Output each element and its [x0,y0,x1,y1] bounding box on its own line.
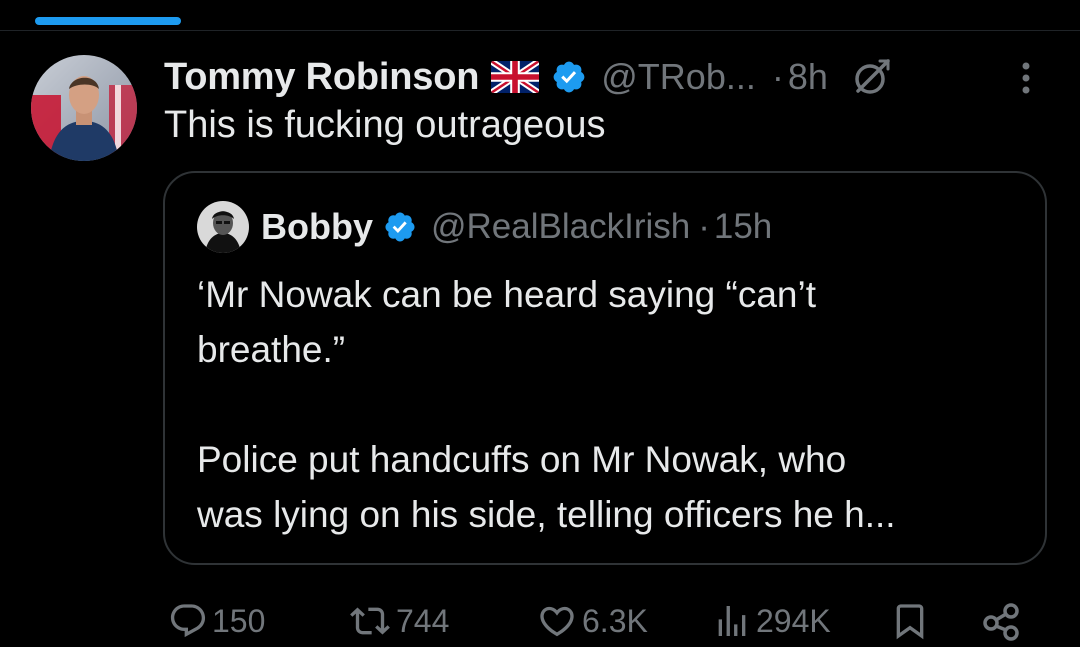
author-name[interactable]: Tommy Robinson [164,56,479,99]
quoted-author-avatar[interactable] [197,201,249,253]
share-icon [980,600,1022,642]
top-divider [0,30,1080,31]
view-count: 294K [756,602,831,639]
author-handle[interactable]: @TRob... [601,56,756,98]
tweet-text: This is fucking outrageous [164,104,606,146]
share-button[interactable] [980,595,1022,647]
repost-button[interactable]: 744 [348,595,449,647]
separator-dot: · [771,56,784,97]
like-button[interactable]: 6.3K [536,595,648,647]
views-button[interactable]: 294K [712,595,831,647]
reply-icon [168,601,208,641]
union-jack-flag-icon [491,61,540,93]
tweet-action-bar: 150 744 6.3K 294K [0,595,1080,647]
grok-icon[interactable] [850,55,894,99]
repost-count: 744 [396,602,450,639]
tweet-header: Tommy Robinson @TRob... · 8h [164,52,894,102]
quoted-tweet-card[interactable]: Bobby @RealBlackIrish · 15h ‘Mr Nowak ca… [163,171,1047,565]
loading-progress-bar [35,17,181,25]
reply-count: 150 [212,602,266,639]
like-count: 6.3K [582,602,648,639]
bookmark-icon [890,599,930,643]
quoted-author-handle[interactable]: @RealBlackIrish [431,207,690,247]
verified-badge-icon[interactable] [551,59,587,95]
tweet-time[interactable]: 8h [788,56,828,98]
quoted-tweet-header: Bobby @RealBlackIrish · 15h [197,199,772,255]
bookmark-button[interactable] [890,595,930,647]
more-options-icon[interactable] [1016,60,1036,96]
author-avatar[interactable] [31,55,137,161]
verified-badge-icon[interactable] [383,210,417,244]
analytics-icon [712,601,752,641]
reply-button[interactable]: 150 [168,595,265,647]
heart-icon [536,601,578,641]
quoted-paragraph: Police put handcuffs on Mr Nowak, who wa… [197,439,896,535]
quoted-author-name[interactable]: Bobby [261,206,373,248]
quoted-tweet-time[interactable]: 15h [714,207,772,247]
separator-dot: · [698,207,710,246]
quoted-paragraph: ‘Mr Nowak can be heard saying “can’t bre… [197,274,817,370]
quoted-tweet-text: ‘Mr Nowak can be heard saying “can’t bre… [197,267,997,542]
repost-icon [348,601,392,641]
